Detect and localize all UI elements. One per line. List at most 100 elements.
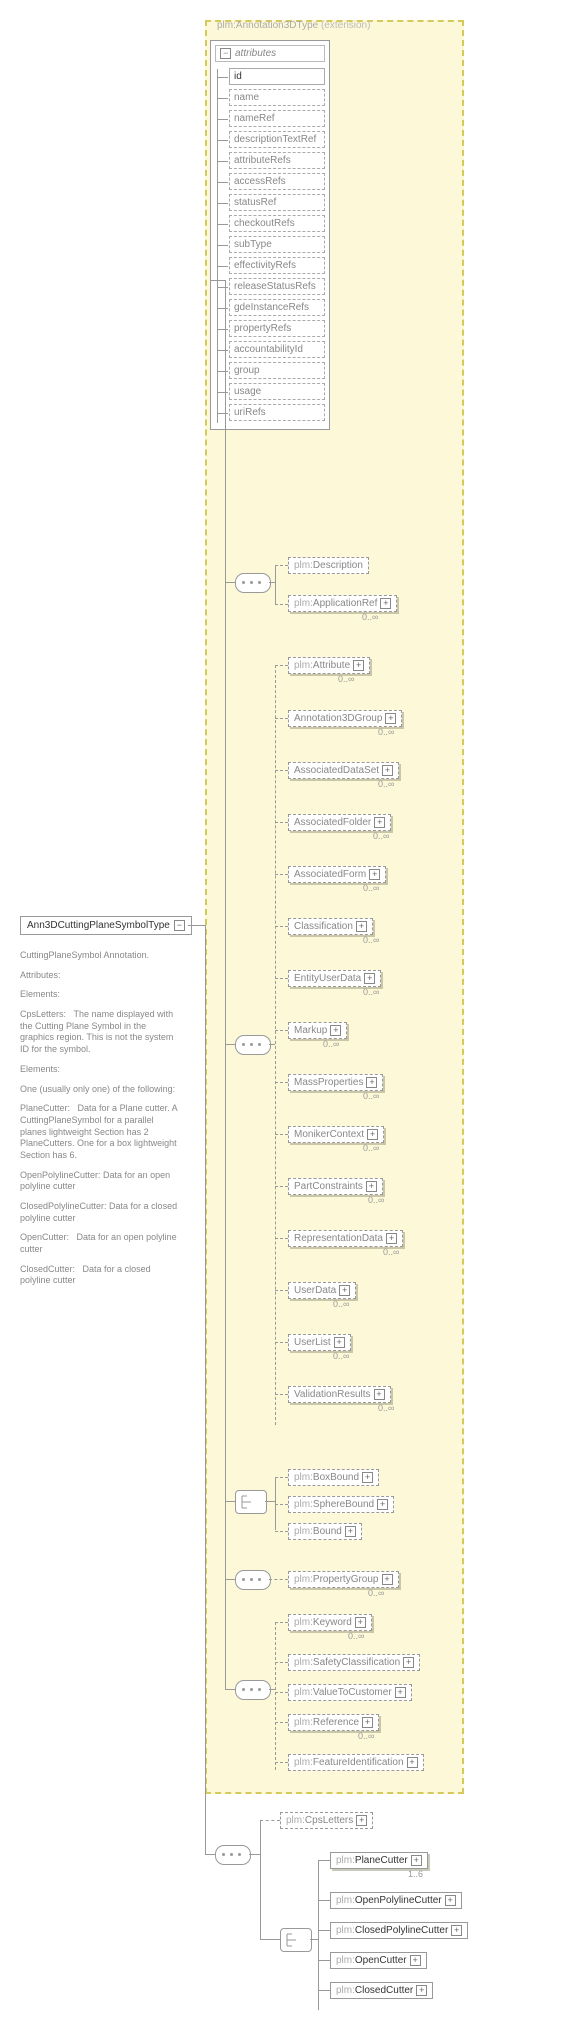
elem-userdata[interactable]: UserData+	[288, 1282, 356, 1299]
elem-representationdata[interactable]: RepresentationData+	[288, 1230, 403, 1247]
elem-reference[interactable]: plm:Reference+	[288, 1714, 379, 1731]
desc-p7: OpenPolylineCutter: Data for an open pol…	[20, 1170, 180, 1193]
cardinality: 0..∞	[323, 1039, 339, 1049]
attr-effectivityrefs[interactable]: effectivityRefs	[229, 257, 325, 274]
expand-icon[interactable]: +	[339, 1285, 350, 1296]
cardinality: 0..∞	[363, 935, 379, 945]
elem-featureidentification[interactable]: plm:FeatureIdentification+	[288, 1754, 424, 1771]
expand-icon[interactable]: +	[353, 660, 364, 671]
attr-attributerefs[interactable]: attributeRefs	[229, 152, 325, 169]
expand-icon[interactable]: +	[334, 1337, 345, 1348]
expand-icon[interactable]: +	[382, 1574, 393, 1585]
cardinality: 0..∞	[368, 1195, 384, 1205]
extension-title: plm:Annotation3DType (extension)	[217, 20, 370, 31]
ext-name: Annotation3DType	[236, 20, 318, 31]
elem-planecutter[interactable]: plm:PlaneCutter+	[330, 1852, 428, 1869]
elem-closedcutter[interactable]: plm:ClosedCutter+	[330, 1982, 433, 1999]
expand-icon[interactable]: +	[395, 1687, 406, 1698]
elem-bound[interactable]: plm:Bound+	[288, 1523, 362, 1540]
attr-gdeinstancerefs[interactable]: gdeInstanceRefs	[229, 299, 325, 316]
attr-accountabilityid[interactable]: accountabilityId	[229, 341, 325, 358]
elem-cpsletters[interactable]: plm:CpsLetters+	[280, 1812, 373, 1829]
expand-icon[interactable]: +	[356, 921, 367, 932]
seq-connector	[235, 1570, 271, 1590]
expand-icon[interactable]: +	[362, 1472, 373, 1483]
root-type[interactable]: Ann3DCuttingPlaneSymbolType−	[20, 916, 192, 935]
attr-subtype[interactable]: subType	[229, 236, 325, 253]
expand-icon[interactable]: +	[374, 1389, 385, 1400]
cardinality: 0..∞	[363, 883, 379, 893]
elem-associatedform[interactable]: AssociatedForm+	[288, 866, 386, 883]
attr-urirefs[interactable]: uriRefs	[229, 404, 325, 421]
elem-spherebound[interactable]: plm:SphereBound+	[288, 1496, 394, 1513]
elem-entityuserdata[interactable]: EntityUserData+	[288, 970, 381, 987]
attr-releasestatusrefs[interactable]: releaseStatusRefs	[229, 278, 325, 295]
attr-nameref[interactable]: nameRef	[229, 110, 325, 127]
attr-group[interactable]: group	[229, 362, 325, 379]
expand-icon[interactable]: +	[330, 1025, 341, 1036]
attr-statusref[interactable]: statusRef	[229, 194, 325, 211]
elem-keyword[interactable]: plm:Keyword+	[288, 1614, 372, 1631]
elem-associateddataset[interactable]: AssociatedDataSet+	[288, 762, 399, 779]
expand-icon[interactable]: +	[382, 765, 393, 776]
attr-checkoutrefs[interactable]: checkoutRefs	[229, 215, 325, 232]
elem-validationresults[interactable]: ValidationResults+	[288, 1386, 391, 1403]
cardinality: 0..∞	[368, 1588, 384, 1598]
elem-boxbound[interactable]: plm:BoxBound+	[288, 1469, 379, 1486]
cardinality: 0..∞	[373, 831, 389, 841]
expand-icon[interactable]: +	[416, 1985, 427, 1996]
elem-associatedfolder[interactable]: AssociatedFolder+	[288, 814, 391, 831]
attr-id[interactable]: id	[229, 68, 325, 85]
seq-connector	[215, 1845, 251, 1865]
collapse-icon[interactable]: −	[174, 920, 185, 931]
cardinality: 0..∞	[362, 612, 378, 622]
elem-monikercontext[interactable]: MonikerContext+	[288, 1126, 384, 1143]
attr-name[interactable]: name	[229, 89, 325, 106]
desc-p8: ClosedPolylineCutter: Data for a closed …	[20, 1201, 180, 1224]
elem-annotation3dgroup[interactable]: Annotation3DGroup+	[288, 710, 402, 727]
expand-icon[interactable]: +	[366, 1077, 377, 1088]
expand-icon[interactable]: +	[386, 1233, 397, 1244]
root-type-label: Ann3DCuttingPlaneSymbolType	[27, 920, 170, 931]
expand-icon[interactable]: +	[407, 1757, 418, 1768]
expand-icon[interactable]: +	[366, 1181, 377, 1192]
elem-closedpolylinecutter[interactable]: plm:ClosedPolylineCutter+	[330, 1922, 468, 1939]
collapse-icon[interactable]: −	[220, 48, 231, 59]
expand-icon[interactable]: +	[364, 973, 375, 984]
elem-safetyclassification[interactable]: plm:SafetyClassification+	[288, 1654, 420, 1671]
expand-icon[interactable]: +	[362, 1717, 373, 1728]
expand-icon[interactable]: +	[385, 713, 396, 724]
expand-icon[interactable]: +	[377, 1499, 388, 1510]
expand-icon[interactable]: +	[367, 1129, 378, 1140]
expand-icon[interactable]: +	[411, 1855, 422, 1866]
expand-icon[interactable]: +	[445, 1895, 456, 1906]
expand-icon[interactable]: +	[356, 1815, 367, 1826]
elem-attribute[interactable]: plm:Attribute+	[288, 657, 370, 674]
attr-descriptiontextref[interactable]: descriptionTextRef	[229, 131, 325, 148]
expand-icon[interactable]: +	[451, 1925, 462, 1936]
expand-icon[interactable]: +	[355, 1617, 366, 1628]
desc-title: CuttingPlaneSymbol Annotation.	[20, 950, 180, 962]
expand-icon[interactable]: +	[369, 869, 380, 880]
attr-accessrefs[interactable]: accessRefs	[229, 173, 325, 190]
expand-icon[interactable]: +	[374, 817, 385, 828]
expand-icon[interactable]: +	[403, 1657, 414, 1668]
elem-applicationref[interactable]: plm:ApplicationRef+	[288, 595, 397, 612]
elem-valuetocustomer[interactable]: plm:ValueToCustomer+	[288, 1684, 412, 1701]
attr-propertyrefs[interactable]: propertyRefs	[229, 320, 325, 337]
expand-icon[interactable]: +	[410, 1955, 421, 1966]
elem-classification[interactable]: Classification+	[288, 918, 373, 935]
elem-markup[interactable]: Markup+	[288, 1022, 347, 1039]
cardinality: 0..∞	[378, 779, 394, 789]
attributes-header[interactable]: − attributes	[215, 45, 325, 62]
expand-icon[interactable]: +	[380, 598, 391, 609]
elem-userlist[interactable]: UserList+	[288, 1334, 351, 1351]
elem-opencutter[interactable]: plm:OpenCutter+	[330, 1952, 427, 1969]
expand-icon[interactable]: +	[345, 1526, 356, 1537]
elem-description[interactable]: plm:Description	[288, 557, 369, 574]
elem-propertygroup[interactable]: plm:PropertyGroup+	[288, 1571, 399, 1588]
attr-usage[interactable]: usage	[229, 383, 325, 400]
elem-partconstraints[interactable]: PartConstraints+	[288, 1178, 383, 1195]
elem-openpolylinecutter[interactable]: plm:OpenPolylineCutter+	[330, 1892, 462, 1909]
elem-massproperties[interactable]: MassProperties+	[288, 1074, 383, 1091]
